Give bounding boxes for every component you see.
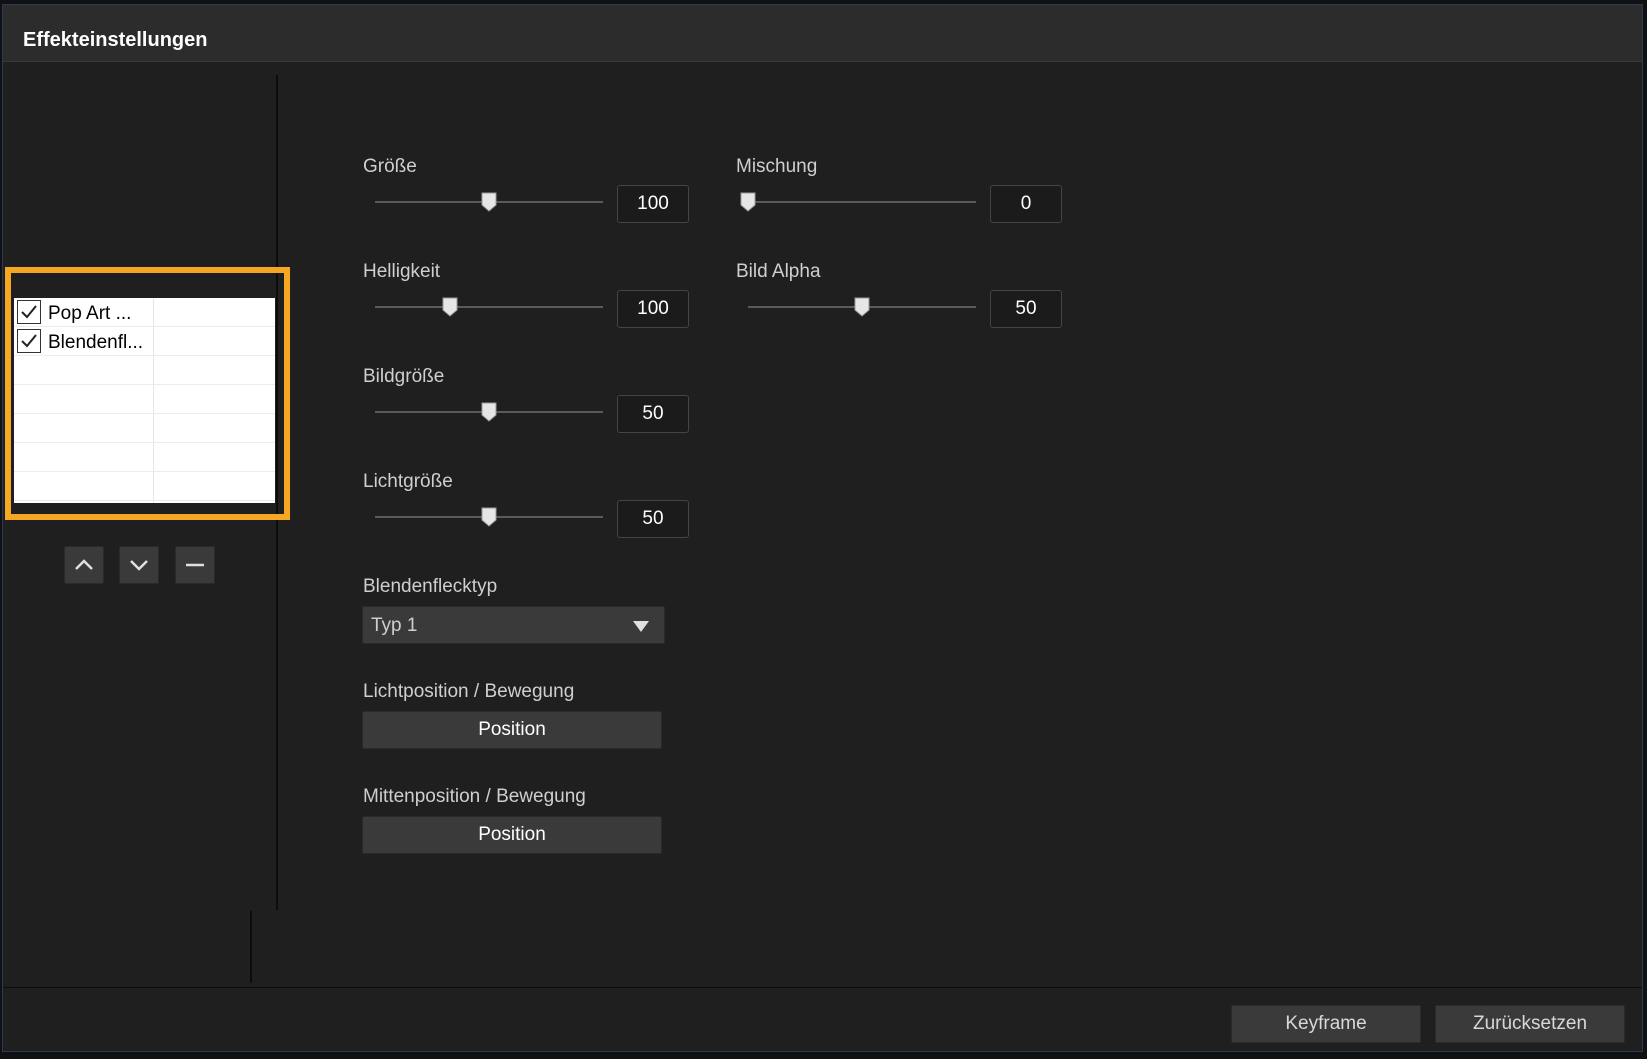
move-down-button[interactable] xyxy=(119,546,159,584)
slider-thumb[interactable] xyxy=(740,192,756,212)
keyframe-button[interactable]: Keyframe xyxy=(1231,1005,1421,1043)
groesse-label: Größe xyxy=(363,156,417,177)
slider-thumb[interactable] xyxy=(481,192,497,212)
move-up-button[interactable] xyxy=(64,546,104,584)
blendenflecktyp-label: Blendenflecktyp xyxy=(363,576,498,597)
bild-alpha-value-field[interactable]: 50 xyxy=(990,290,1062,328)
title-bar: Effekteinstellungen xyxy=(3,5,1642,62)
bildgroesse-value-field[interactable]: 50 xyxy=(617,395,689,433)
mischung-value-field[interactable]: 0 xyxy=(990,185,1062,223)
highlight-frame xyxy=(5,267,290,520)
dropdown-arrow-icon xyxy=(633,621,649,632)
chevron-down-icon xyxy=(130,560,148,571)
footer-divider xyxy=(3,987,1642,988)
bild-alpha-label: Bild Alpha xyxy=(736,261,821,282)
lichtgroesse-label: Lichtgröße xyxy=(363,471,453,492)
mittenposition-button[interactable]: Position xyxy=(362,816,662,854)
groesse-value-field[interactable]: 100 xyxy=(617,185,689,223)
lichtposition-button[interactable]: Position xyxy=(362,711,662,749)
remove-effect-button[interactable] xyxy=(175,546,215,584)
reset-button[interactable]: Zurücksetzen xyxy=(1435,1005,1625,1043)
chevron-up-icon xyxy=(75,559,93,570)
helligkeit-label: Helligkeit xyxy=(363,261,441,282)
window-title: Effekteinstellungen xyxy=(23,29,208,51)
minus-icon xyxy=(186,563,204,567)
bildgroesse-label: Bildgröße xyxy=(363,366,445,387)
lichtgroesse-value-field[interactable]: 50 xyxy=(617,500,689,538)
mittenposition-label: Mittenposition / Bewegung xyxy=(363,786,586,807)
helligkeit-slider[interactable] xyxy=(375,306,603,308)
helligkeit-value-field[interactable]: 100 xyxy=(617,290,689,328)
blendenflecktyp-dropdown[interactable]: Typ 1 xyxy=(362,606,665,644)
lichtposition-label: Lichtposition / Bewegung xyxy=(363,681,575,702)
panel-divider-lower xyxy=(250,911,252,983)
dropdown-selected-value: Typ 1 xyxy=(371,615,418,636)
mischung-label: Mischung xyxy=(736,156,818,177)
slider-thumb[interactable] xyxy=(854,297,870,317)
mischung-slider[interactable] xyxy=(748,201,976,203)
effect-settings-window: Effekteinstellungen Pop Art ... Blendenf… xyxy=(2,4,1643,1052)
slider-thumb[interactable] xyxy=(442,297,458,317)
slider-thumb[interactable] xyxy=(481,402,497,422)
slider-thumb[interactable] xyxy=(481,507,497,527)
